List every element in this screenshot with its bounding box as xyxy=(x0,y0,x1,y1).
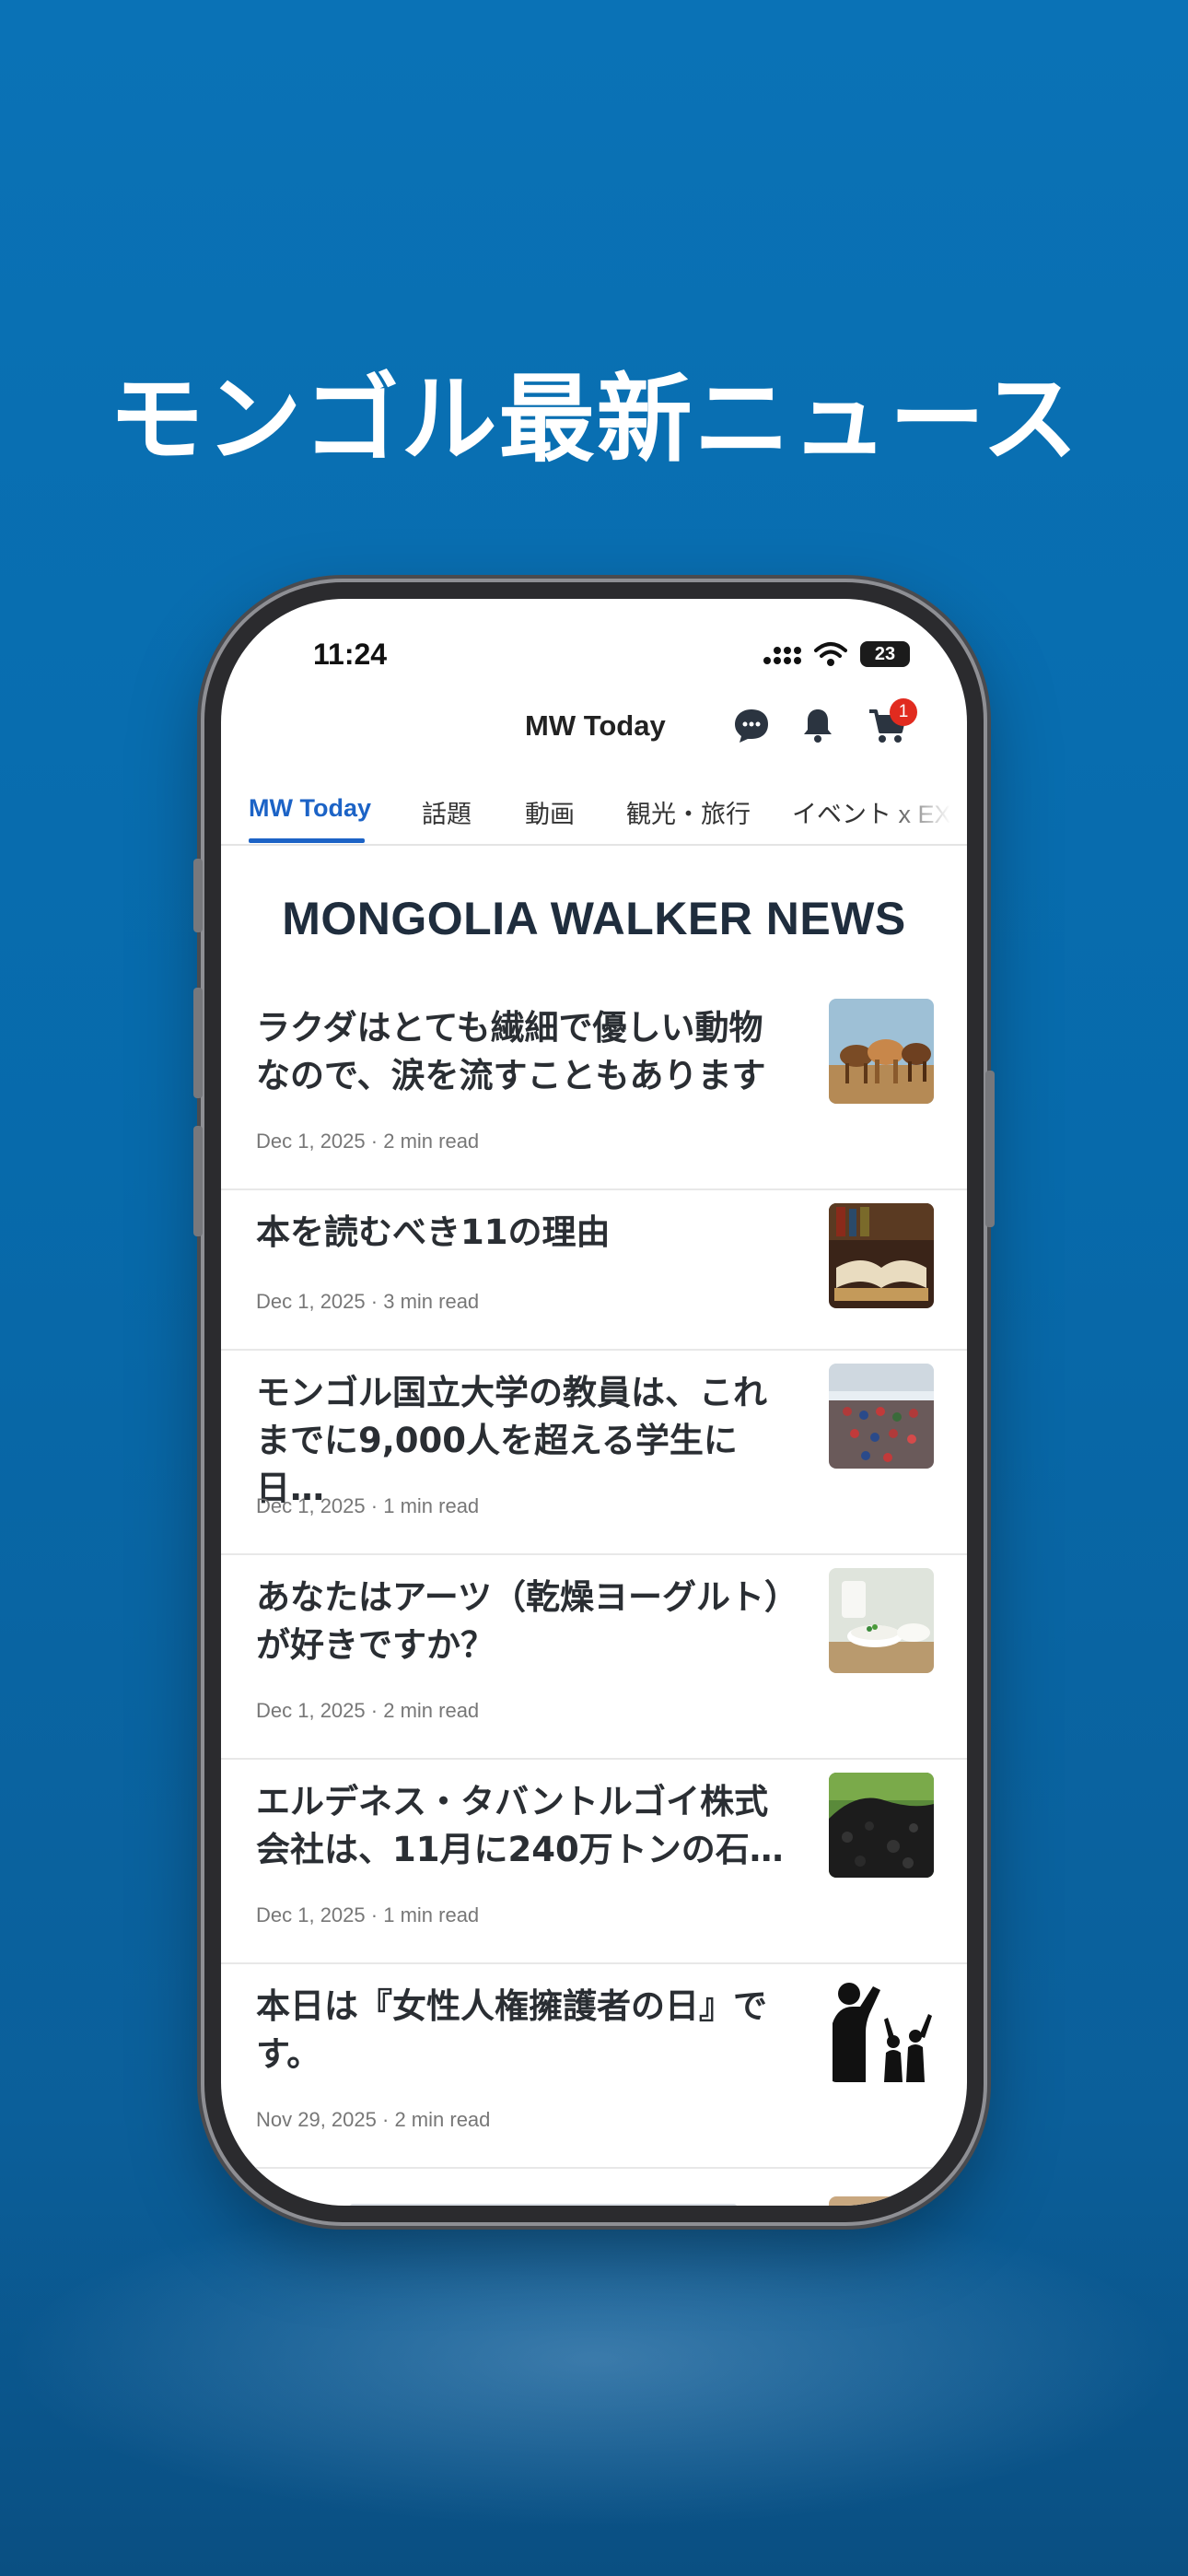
tab-mw-today[interactable]: MW Today xyxy=(249,794,371,823)
cart-button[interactable]: 1 xyxy=(866,698,917,748)
article-read-time: 1 min read xyxy=(383,1494,480,1517)
app-title: MW Today xyxy=(525,709,666,742)
phone-screen: 11:24 23 MW Today 1 MW Today 話題 動画 観光・旅行… xyxy=(221,599,967,2206)
meta-separator: · xyxy=(382,2108,390,2131)
article-title: モンゴル国立大学の教員は、これまでに9,000人を超える学生に日… xyxy=(256,1373,767,1508)
app-bar: MW Today 1 xyxy=(221,695,967,765)
chat-bubble-icon xyxy=(735,709,768,743)
article-item-partial[interactable] xyxy=(221,2169,967,2206)
article-title: 本を読むべき11の理由 xyxy=(256,1212,611,1252)
mute-switch xyxy=(193,859,203,932)
volume-up-button xyxy=(193,988,203,1098)
article-date: Dec 1, 2025 xyxy=(256,1699,366,1722)
article-title: あなたはアーツ（乾燥ヨーグルト）が好きですか？ xyxy=(256,1577,782,1665)
article-meta: Dec 1, 2025 · 2 min read xyxy=(256,1699,479,1723)
lecture-hall-thumbnail xyxy=(829,1364,934,1469)
article-item[interactable]: 本を読むべき11の理由 Dec 1, 2025 · 3 min read xyxy=(221,1190,967,1351)
meta-separator: · xyxy=(370,1699,379,1722)
article-meta: Dec 1, 2025 · 2 min read xyxy=(256,1130,479,1153)
books-thumbnail xyxy=(829,1203,934,1308)
article-item[interactable]: ラクダはとても繊細で優しい動物なので、涙を流すこともあります Dec 1, 20… xyxy=(221,986,967,1190)
meta-separator: · xyxy=(370,1903,379,1926)
tab-videos[interactable]: 動画 xyxy=(525,794,575,830)
category-tabs: MW Today 話題 動画 観光・旅行 イベント x EX xyxy=(221,779,967,846)
meta-separator: · xyxy=(370,1130,379,1153)
yogurt-thumbnail xyxy=(829,1568,934,1673)
article-read-time: 1 min read xyxy=(383,1903,480,1926)
article-item[interactable]: 本日は『女性人権擁護者の日』です。 Nov 29, 2025 · 2 min r… xyxy=(221,1964,967,2169)
cart-count-badge: 1 xyxy=(890,698,917,726)
article-read-time: 2 min read xyxy=(383,1699,480,1722)
article-title: ラクダはとても繊細で優しい動物なので、涙を流すこともあります xyxy=(256,1008,766,1095)
article-item[interactable]: エルデネス・タバントルゴイ株式会社は、11月に240万トンの石… Dec 1, … xyxy=(221,1760,967,1964)
article-date: Dec 1, 2025 xyxy=(256,1903,366,1926)
status-time: 11:24 xyxy=(313,638,388,671)
article-read-time: 2 min read xyxy=(394,2108,491,2131)
article-meta: Dec 1, 2025 · 3 min read xyxy=(256,1290,479,1314)
signal-icon xyxy=(763,647,801,664)
wifi-icon xyxy=(814,642,847,666)
article-item[interactable]: あなたはアーツ（乾燥ヨーグルト）が好きですか？ Dec 1, 2025 · 2 … xyxy=(221,1555,967,1760)
tab-sightseeing[interactable]: 観光・旅行 xyxy=(626,794,751,830)
meta-separator: · xyxy=(370,1290,379,1313)
status-bar: 11:24 23 xyxy=(221,599,967,673)
notifications-button[interactable] xyxy=(796,704,840,748)
partial-article-title xyxy=(350,2204,737,2206)
article-date: Dec 1, 2025 xyxy=(256,1494,366,1517)
coal-thumbnail xyxy=(829,1773,934,1878)
protest-silhouette-thumbnail xyxy=(829,1977,934,2082)
promo-headline: モンゴル最新ニュース xyxy=(108,363,1080,475)
volume-down-button xyxy=(193,1126,203,1236)
article-date: Dec 1, 2025 xyxy=(256,1130,366,1153)
phone-frame: 11:24 23 MW Today 1 MW Today 話題 動画 観光・旅行… xyxy=(193,582,995,2222)
meta-separator: · xyxy=(370,1494,379,1517)
article-item[interactable]: モンゴル国立大学の教員は、これまでに9,000人を超える学生に日… Dec 1,… xyxy=(221,1351,967,1555)
camels-thumbnail xyxy=(829,999,934,1104)
power-button xyxy=(985,1071,995,1227)
article-meta: Nov 29, 2025 · 2 min read xyxy=(256,2108,490,2132)
section-title: MONGOLIA WALKER NEWS xyxy=(282,893,906,944)
article-date: Nov 29, 2025 xyxy=(256,2108,377,2131)
chat-button[interactable] xyxy=(729,704,774,748)
battery-icon: 23 xyxy=(860,641,910,667)
article-read-time: 2 min read xyxy=(383,1130,480,1153)
active-tab-indicator xyxy=(249,838,365,843)
tabs-fade xyxy=(884,779,967,840)
partial-article-thumbnail xyxy=(829,2196,934,2206)
article-title: 本日は『女性人権擁護者の日』です。 xyxy=(256,1986,767,2074)
article-read-time: 3 min read xyxy=(383,1290,480,1313)
article-list: ラクダはとても繊細で優しい動物なので、涙を流すこともあります Dec 1, 20… xyxy=(221,986,967,2206)
tab-topics[interactable]: 話題 xyxy=(422,794,472,830)
article-date: Dec 1, 2025 xyxy=(256,1290,366,1313)
article-title: エルデネス・タバントルゴイ株式会社は、11月に240万トンの石… xyxy=(256,1782,784,1869)
article-meta: Dec 1, 2025 · 1 min read xyxy=(256,1494,479,1518)
article-meta: Dec 1, 2025 · 1 min read xyxy=(256,1903,479,1927)
bell-icon xyxy=(804,709,832,743)
